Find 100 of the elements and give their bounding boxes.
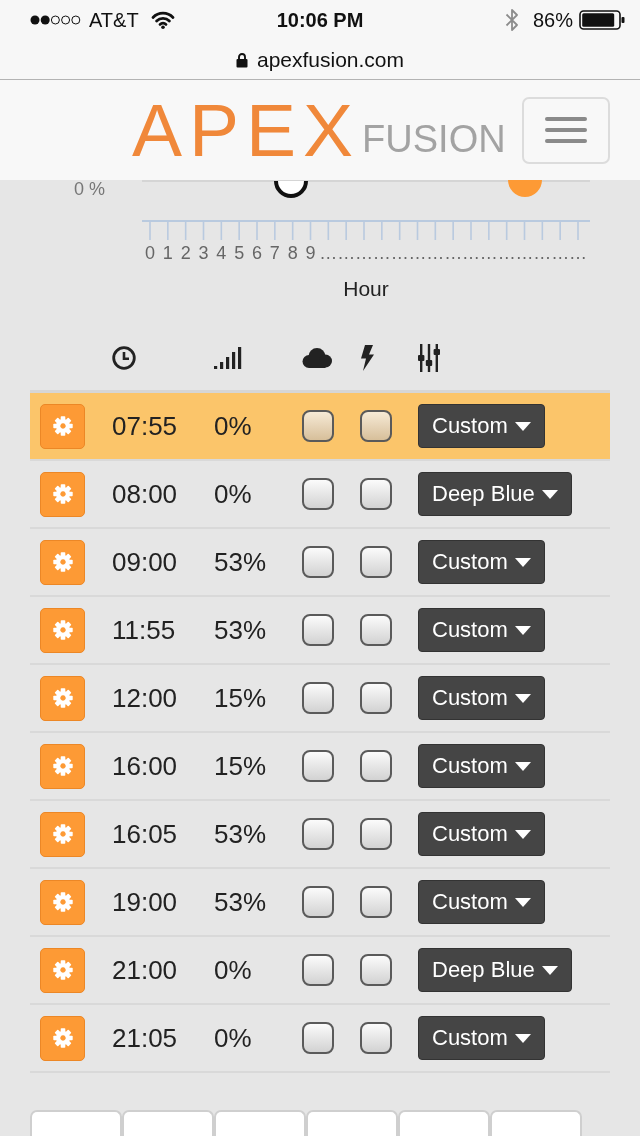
checkbox[interactable] <box>360 614 392 646</box>
settings-button[interactable] <box>40 607 85 653</box>
checkbox[interactable] <box>360 818 392 850</box>
time-text: 07:55 <box>112 410 179 442</box>
profile-dropdown[interactable]: Custom <box>418 812 545 856</box>
settings-button[interactable] <box>40 811 85 857</box>
settings-button[interactable] <box>40 1015 85 1061</box>
checkbox[interactable] <box>360 546 392 578</box>
checkbox[interactable] <box>302 682 334 714</box>
axis-label: … <box>444 243 463 263</box>
axis-label: 5 <box>234 243 245 263</box>
intensity-text: 15% <box>214 750 268 782</box>
tile-button[interactable] <box>214 1110 306 1136</box>
time-text: 08:00 <box>112 478 179 510</box>
caret-icon[interactable] <box>514 761 531 771</box>
schedule-row[interactable]: 12:00 15% Custom <box>30 665 610 733</box>
caret-icon[interactable] <box>514 897 531 907</box>
intensity-text: 0% <box>214 478 253 510</box>
axis-label: 9 <box>305 243 316 263</box>
caret-icon[interactable] <box>514 1033 531 1043</box>
intensity-text: 0% <box>214 410 253 442</box>
time-text: 16:00 <box>112 750 179 782</box>
axis-label: … <box>408 243 427 263</box>
axis-label: … <box>355 243 373 263</box>
schedule-row[interactable]: 11:55 53% Custom <box>30 597 610 665</box>
checkbox[interactable] <box>302 750 334 782</box>
axis-label: 4 <box>216 243 227 263</box>
settings-button[interactable] <box>40 539 85 585</box>
intensity-text: 53% <box>214 546 268 578</box>
checkbox[interactable] <box>360 750 392 782</box>
tile-button[interactable] <box>398 1110 490 1136</box>
profile-dropdown[interactable]: Deep Blue <box>418 472 572 516</box>
caret-icon[interactable] <box>514 829 531 839</box>
axis-label: 7 <box>269 243 280 263</box>
checkbox[interactable] <box>360 1022 392 1054</box>
profile-dropdown[interactable]: Custom <box>418 1016 545 1060</box>
settings-button[interactable] <box>40 403 85 449</box>
settings-button[interactable] <box>40 471 85 517</box>
settings-button[interactable] <box>40 743 85 789</box>
profile-dropdown[interactable]: Custom <box>418 608 545 652</box>
carrier-text: AT&T <box>89 8 139 32</box>
checkbox[interactable] <box>302 410 334 442</box>
settings-button[interactable] <box>40 947 85 993</box>
checkbox[interactable] <box>302 546 334 578</box>
checkbox[interactable] <box>302 614 334 646</box>
caret-icon[interactable] <box>541 965 558 975</box>
tile-button[interactable] <box>122 1110 214 1136</box>
tile-button[interactable] <box>30 1110 122 1136</box>
axis-label: 1 <box>162 243 173 263</box>
checkbox[interactable] <box>302 478 334 510</box>
tile-button[interactable] <box>306 1110 398 1136</box>
checkbox[interactable] <box>302 818 334 850</box>
axis-label: 6 <box>252 243 262 263</box>
bluetooth-icon <box>504 7 519 33</box>
profile-dropdown[interactable]: Deep Blue <box>418 948 572 992</box>
intensity-text: 0% <box>214 1022 253 1054</box>
checkbox[interactable] <box>360 410 392 442</box>
schedule-row[interactable]: 07:55 0% Custom <box>30 393 610 461</box>
checkbox[interactable] <box>302 954 334 986</box>
settings-button[interactable] <box>40 879 85 925</box>
axis-label: … <box>390 243 409 263</box>
profile-dropdown[interactable]: Custom <box>418 880 545 924</box>
axis-label: … <box>533 243 552 263</box>
checkbox[interactable] <box>360 886 392 918</box>
axis-label: 0 % <box>74 180 106 199</box>
checkbox[interactable] <box>302 886 334 918</box>
profile-dropdown[interactable]: Custom <box>418 404 545 448</box>
tile-button[interactable] <box>490 1110 582 1136</box>
checkbox[interactable] <box>360 954 392 986</box>
settings-button[interactable] <box>40 675 85 721</box>
cloud-icon <box>302 348 332 368</box>
profile-dropdown[interactable]: Custom <box>418 744 545 788</box>
schedule-row[interactable]: 21:05 0% Custom <box>30 1005 610 1073</box>
schedule-row[interactable]: 08:00 0% Deep Blue <box>30 461 610 529</box>
schedule-row[interactable]: 09:00 53% Custom <box>30 529 610 597</box>
url-text[interactable]: apexfusion.com <box>256 47 405 72</box>
schedule-row[interactable]: 19:00 53% Custom <box>30 869 610 937</box>
profile-dropdown[interactable]: Custom <box>418 676 545 720</box>
caret-icon[interactable] <box>514 421 531 431</box>
caret-icon[interactable] <box>541 489 558 499</box>
schedule-row[interactable]: 16:05 53% Custom <box>30 801 610 869</box>
time-text: 21:00 <box>112 954 179 986</box>
caret-icon[interactable] <box>514 625 531 635</box>
axis-label: … <box>515 243 534 263</box>
schedule-row[interactable]: 16:00 15% Custom <box>30 733 610 801</box>
menu-button[interactable] <box>522 96 610 164</box>
time-text: 11:55 <box>112 614 177 646</box>
schedule-row[interactable]: 21:00 0% Deep Blue <box>30 937 610 1005</box>
profile-dropdown[interactable]: Custom <box>418 540 545 584</box>
checkbox[interactable] <box>302 1022 334 1054</box>
clock-time: 10:06 PM <box>276 8 364 32</box>
battery-percent: 86% <box>532 8 573 32</box>
axis-label: 3 <box>198 243 209 263</box>
menu-icon[interactable] <box>545 117 587 143</box>
caret-icon[interactable] <box>514 557 531 567</box>
checkbox[interactable] <box>360 478 392 510</box>
caret-icon[interactable] <box>514 693 531 703</box>
checkbox[interactable] <box>360 682 392 714</box>
intensity-text: 53% <box>214 818 268 850</box>
wifi-icon <box>150 11 175 29</box>
